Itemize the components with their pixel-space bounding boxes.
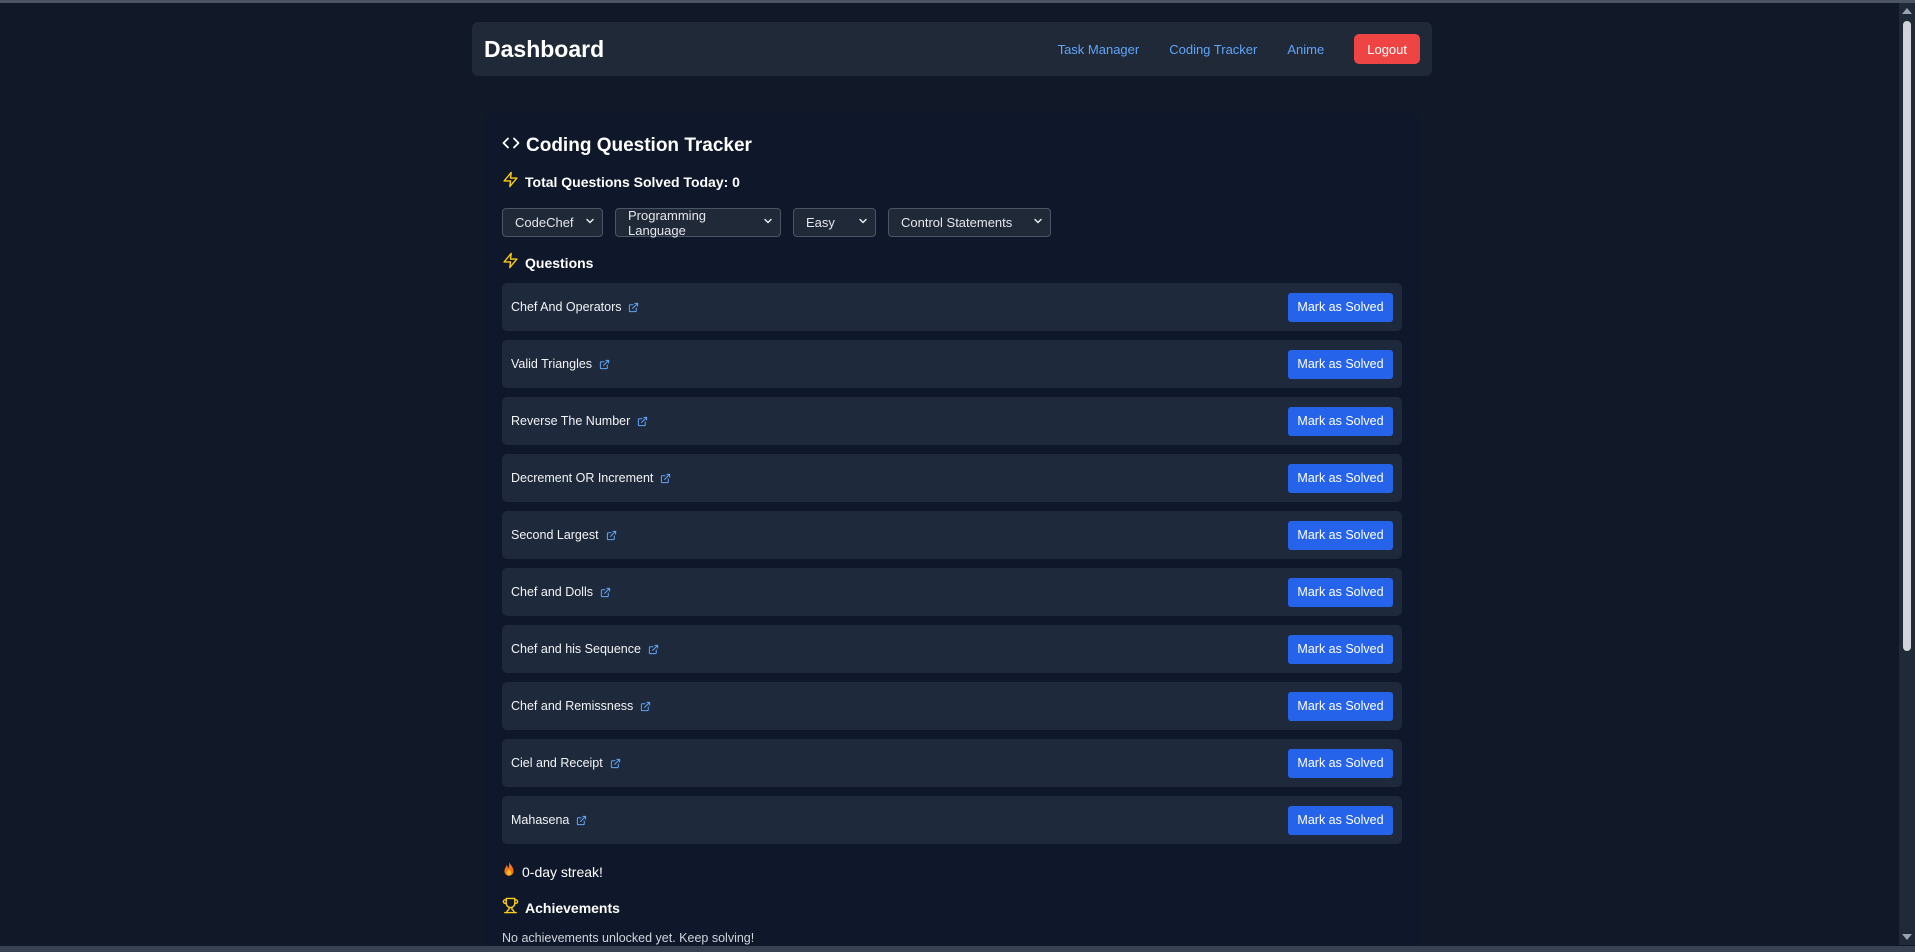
list-item: Chef and his Sequence Mark as Solved (502, 625, 1402, 673)
code-icon (502, 134, 520, 157)
question-name: Decrement OR Increment (511, 471, 654, 485)
total-solved-row: Total Questions Solved Today: 0 (502, 171, 1402, 193)
question-name: Reverse The Number (511, 414, 631, 428)
lightning-icon (502, 252, 519, 274)
difficulty-select-value: Easy (806, 215, 835, 230)
list-item: Ciel and Receipt Mark as Solved (502, 739, 1402, 787)
question-link[interactable]: Chef and his Sequence (511, 642, 659, 656)
window-top-border (0, 0, 1915, 3)
external-link-icon (628, 302, 639, 313)
mark-as-solved-button[interactable]: Mark as Solved (1288, 634, 1393, 664)
external-link-icon (648, 644, 659, 655)
category-select[interactable]: Programming Language (615, 207, 781, 238)
external-link-icon (606, 530, 617, 541)
question-list: Chef And Operators Mark as Solved Valid … (502, 283, 1402, 844)
total-solved-label: Total Questions Solved Today: 0 (525, 174, 740, 190)
question-name: Second Largest (511, 528, 599, 542)
coding-tracker-card: Coding Question Tracker Total Questions … (484, 112, 1420, 952)
nav-link-anime[interactable]: Anime (1287, 42, 1324, 57)
question-link[interactable]: Reverse The Number (511, 414, 648, 428)
external-link-icon (599, 359, 610, 370)
question-link[interactable]: Chef and Remissness (511, 699, 651, 713)
streak-row: 0-day streak! (502, 861, 1402, 882)
list-item: Chef And Operators Mark as Solved (502, 283, 1402, 331)
external-link-icon (637, 416, 648, 427)
mark-as-solved-button[interactable]: Mark as Solved (1288, 520, 1393, 550)
top-navbar: Dashboard Task Manager Coding Tracker An… (472, 22, 1432, 76)
external-link-icon (610, 758, 621, 769)
chevron-down-icon (762, 215, 774, 230)
topic-select-value: Control Statements (901, 215, 1013, 230)
questions-header: Questions (502, 252, 1402, 274)
platform-select[interactable]: CodeChef (502, 208, 603, 237)
achievements-header: Achievements (502, 897, 1402, 919)
mark-as-solved-button[interactable]: Mark as Solved (1288, 691, 1393, 721)
nav-link-coding-tracker[interactable]: Coding Tracker (1169, 42, 1257, 57)
achievements-heading: Achievements (525, 900, 620, 916)
mark-as-solved-button[interactable]: Mark as Solved (1288, 292, 1393, 322)
mark-as-solved-button[interactable]: Mark as Solved (1288, 577, 1393, 607)
lightning-icon (502, 171, 519, 193)
mark-as-solved-button[interactable]: Mark as Solved (1288, 406, 1393, 436)
question-name: Ciel and Receipt (511, 756, 603, 770)
external-link-icon (640, 701, 651, 712)
achievements-empty-text: No achievements unlocked yet. Keep solvi… (502, 931, 755, 945)
question-link[interactable]: Second Largest (511, 528, 617, 542)
question-name: Chef and his Sequence (511, 642, 641, 656)
tracker-title: Coding Question Tracker (526, 134, 752, 156)
streak-text: 0-day streak! (522, 863, 603, 880)
external-link-icon (660, 473, 671, 484)
question-link[interactable]: Chef And Operators (511, 300, 639, 314)
fire-icon (502, 861, 516, 882)
question-link[interactable]: Valid Triangles (511, 357, 610, 371)
question-name: Chef and Dolls (511, 585, 593, 599)
question-link[interactable]: Ciel and Receipt (511, 756, 621, 770)
list-item: Valid Triangles Mark as Solved (502, 340, 1402, 388)
mark-as-solved-button[interactable]: Mark as Solved (1288, 748, 1393, 778)
mark-as-solved-button[interactable]: Mark as Solved (1288, 349, 1393, 379)
window-bottom-border (0, 946, 1915, 952)
question-link[interactable]: Mahasena (511, 813, 587, 827)
list-item: Chef and Dolls Mark as Solved (502, 568, 1402, 616)
question-name: Chef and Remissness (511, 699, 634, 713)
list-item: Mahasena Mark as Solved (502, 796, 1402, 844)
topic-select[interactable]: Control Statements (888, 208, 1051, 237)
nav-link-task-manager[interactable]: Task Manager (1058, 42, 1140, 57)
logout-button[interactable]: Logout (1354, 34, 1420, 64)
mark-as-solved-button[interactable]: Mark as Solved (1288, 805, 1393, 835)
mark-as-solved-button[interactable]: Mark as Solved (1288, 463, 1393, 493)
list-item: Reverse The Number Mark as Solved (502, 397, 1402, 445)
question-link[interactable]: Chef and Dolls (511, 585, 611, 599)
question-name: Valid Triangles (511, 357, 593, 371)
scroll-down-icon[interactable] (1902, 934, 1912, 940)
question-link[interactable]: Decrement OR Increment (511, 471, 671, 485)
scrollbar-thumb[interactable] (1903, 21, 1911, 651)
chevron-down-icon (857, 215, 869, 230)
questions-heading: Questions (525, 255, 594, 271)
scroll-up-icon[interactable] (1902, 8, 1912, 14)
platform-select-value: CodeChef (515, 215, 574, 230)
list-item: Chef and Remissness Mark as Solved (502, 682, 1402, 730)
trophy-icon (502, 897, 519, 919)
external-link-icon (576, 815, 587, 826)
list-item: Decrement OR Increment Mark as Solved (502, 454, 1402, 502)
brand-title: Dashboard (484, 35, 605, 62)
page-scrollbar[interactable] (1899, 3, 1915, 945)
category-select-value: Programming Language (628, 207, 707, 238)
question-name: Chef And Operators (511, 300, 622, 314)
filter-bar: CodeChef Programming Language Easy Contr… (502, 207, 1402, 238)
chevron-down-icon (1032, 215, 1044, 230)
list-item: Second Largest Mark as Solved (502, 511, 1402, 559)
tracker-header: Coding Question Tracker (502, 134, 1402, 157)
difficulty-select[interactable]: Easy (793, 208, 876, 237)
external-link-icon (600, 587, 611, 598)
chevron-down-icon (584, 215, 596, 230)
question-name: Mahasena (511, 813, 570, 827)
